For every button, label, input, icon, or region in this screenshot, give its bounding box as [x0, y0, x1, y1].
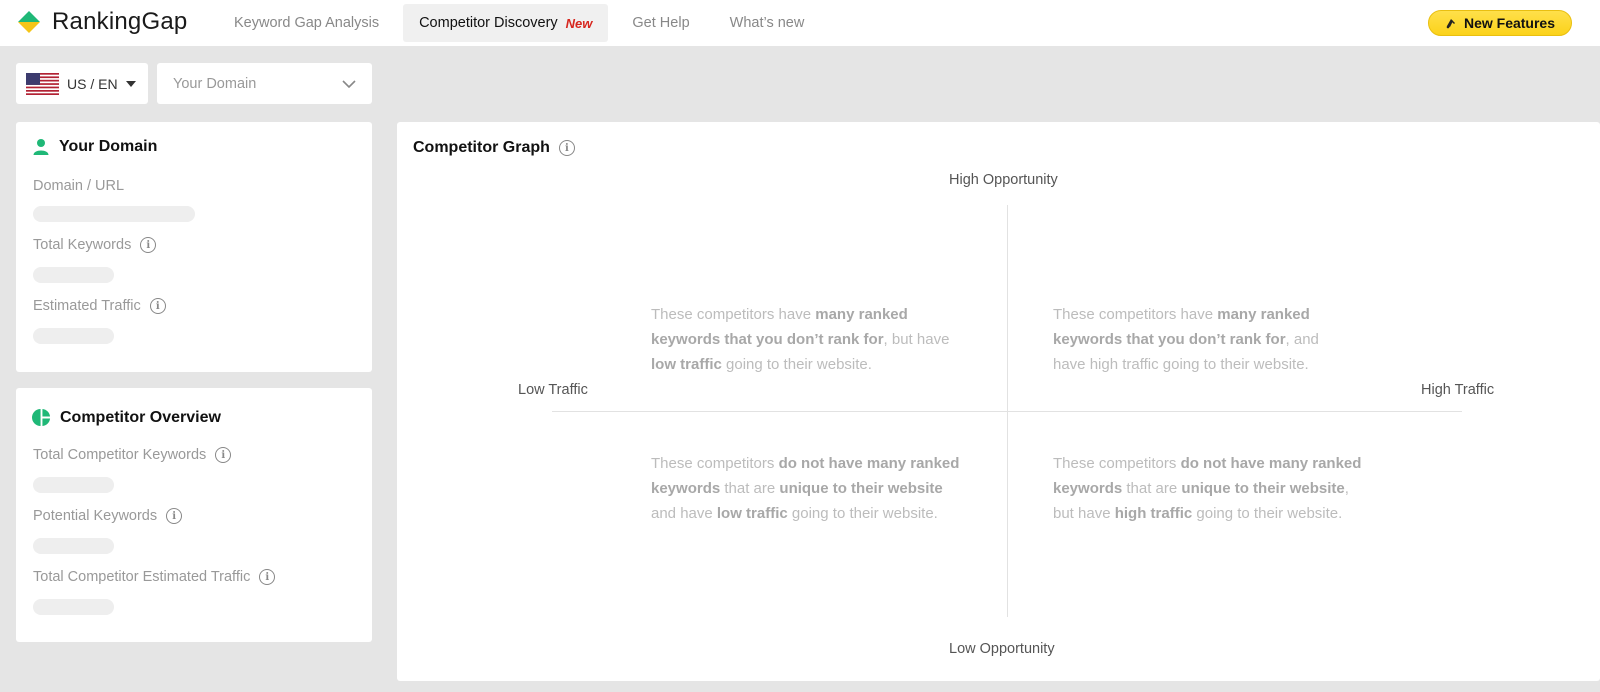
competitor-graph-card: Competitor Graph i High Opportunity Low …	[397, 122, 1600, 681]
potential-keywords-label: Potential Keywords i	[33, 508, 183, 524]
domain-url-skeleton	[33, 206, 195, 222]
info-icon[interactable]: i	[558, 140, 575, 156]
new-features-label: New Features	[1463, 15, 1556, 31]
horizontal-axis-line	[552, 411, 1462, 412]
quadrant-bottom-left: These competitors do not have many ranke…	[651, 455, 960, 522]
nav-item-label: Competitor Discovery	[419, 15, 558, 31]
estimated-traffic-label: Estimated Traffic i	[33, 298, 166, 314]
info-icon[interactable]: i	[149, 298, 166, 314]
new-badge: New	[565, 15, 593, 31]
nav-get-help[interactable]: Get Help	[616, 4, 705, 42]
nav-item-label: What’s new	[729, 15, 805, 31]
user-icon	[33, 139, 49, 155]
ranking-gap-logo-icon	[18, 11, 40, 33]
competitor-graph-title-text: Competitor Graph	[413, 139, 550, 156]
competitor-graph-title: Competitor Graph i	[413, 139, 575, 157]
main-nav: Keyword Gap Analysis Competitor Discover…	[218, 0, 828, 46]
axis-low-opportunity: Low Opportunity	[949, 641, 1055, 657]
domain-placeholder: Your Domain	[173, 75, 257, 92]
app-name: RankingGap	[52, 8, 188, 35]
domain-select[interactable]: Your Domain	[157, 63, 372, 104]
info-icon[interactable]: i	[140, 237, 157, 253]
locale-label: US / EN	[67, 75, 118, 92]
bell-icon	[1446, 19, 1455, 29]
total-competitor-keywords-label: Total Competitor Keywords i	[33, 447, 232, 463]
axis-low-traffic: Low Traffic	[518, 382, 588, 398]
nav-item-label: Keyword Gap Analysis	[234, 15, 380, 31]
competitor-overview-title-text: Competitor Overview	[60, 408, 221, 426]
competitor-overview-card: Competitor Overview Total Competitor Key…	[16, 388, 372, 642]
info-icon[interactable]: i	[259, 569, 276, 585]
your-domain-title: Your Domain	[32, 138, 157, 156]
axis-high-opportunity: High Opportunity	[949, 172, 1058, 188]
pie-chart-icon	[32, 408, 51, 427]
locale-selector[interactable]: US / EN	[16, 63, 148, 104]
info-icon[interactable]: i	[215, 447, 232, 463]
info-icon[interactable]: i	[166, 508, 183, 524]
nav-item-label: Get Help	[632, 15, 690, 31]
domain-url-label: Domain / URL	[33, 178, 125, 194]
quadrant-top-left: These competitors have many ranked keywo…	[651, 306, 950, 373]
total-competitor-keywords-skeleton	[33, 477, 114, 493]
nav-keyword-gap-analysis[interactable]: Keyword Gap Analysis	[218, 4, 395, 42]
your-domain-card: Your Domain Domain / URL Total Keywords …	[16, 122, 372, 372]
total-competitor-estimated-traffic-skeleton	[33, 599, 114, 615]
quadrant-bottom-right: These competitors do not have many ranke…	[1053, 455, 1362, 522]
total-competitor-estimated-traffic-label: Total Competitor Estimated Traffic i	[33, 569, 276, 585]
potential-keywords-skeleton	[33, 538, 114, 554]
top-navigation-bar: RankingGap Keyword Gap Analysis Competit…	[0, 0, 1600, 46]
total-keywords-label: Total Keywords i	[33, 237, 157, 253]
app-logo[interactable]: RankingGap	[16, 8, 187, 36]
caret-down-icon	[125, 80, 136, 87]
competitor-overview-title: Competitor Overview	[32, 408, 221, 427]
estimated-traffic-skeleton	[33, 328, 114, 344]
total-keywords-skeleton	[33, 267, 114, 283]
your-domain-title-text: Your Domain	[59, 138, 158, 155]
new-features-button[interactable]: New Features	[1428, 10, 1572, 36]
axis-high-traffic: High Traffic	[1421, 382, 1495, 398]
nav-whats-new[interactable]: What’s new	[714, 4, 821, 42]
nav-competitor-discovery[interactable]: Competitor Discovery New	[403, 4, 609, 42]
us-flag-icon	[26, 72, 59, 95]
quadrant-top-right: These competitors have many ranked keywo…	[1053, 306, 1319, 373]
chevron-down-icon	[342, 79, 356, 88]
